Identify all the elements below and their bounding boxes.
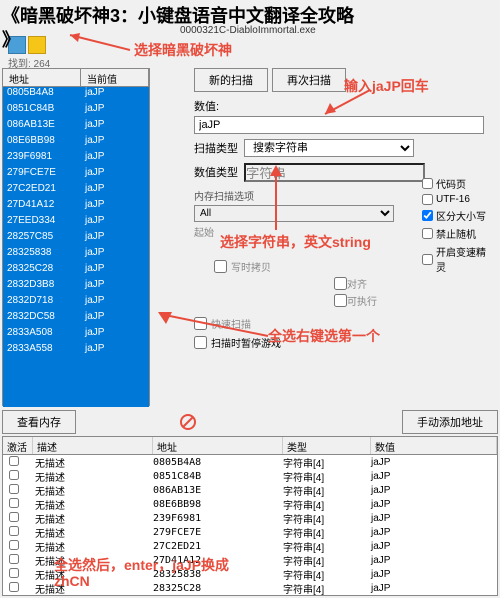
scan-type-label: 扫描类型 — [194, 140, 244, 156]
header-address[interactable]: 地址 — [3, 69, 81, 86]
address-list-panel: 地址 当前值 0805B4A8jaJP0851C84BjaJP086AB13Ej… — [2, 68, 150, 406]
result-header: 激活 描述 地址 类型 数值 — [3, 437, 497, 455]
speed-checkbox[interactable] — [422, 254, 433, 265]
address-row[interactable]: 2833A558jaJP — [3, 343, 149, 359]
codepage-checkbox[interactable] — [422, 178, 433, 189]
checkbox-group: 代码页 UTF-16 区分大小写 禁止随机 开启变速精灵 — [422, 176, 492, 277]
address-row[interactable]: 086AB13EjaJP — [3, 119, 149, 135]
col-type[interactable]: 类型 — [283, 437, 371, 454]
result-row[interactable]: 无描述086AB13E字符串[4]jaJP — [3, 483, 497, 497]
forbidden-icon — [179, 410, 197, 434]
result-row[interactable]: 无描述28325C28字符串[4]jaJP — [3, 581, 497, 595]
case-checkbox[interactable] — [422, 210, 433, 221]
add-address-button[interactable]: 手动添加地址 — [402, 410, 498, 434]
utf16-checkbox[interactable] — [422, 194, 433, 205]
exec-label: 可执行 — [347, 293, 377, 308]
address-row[interactable]: 27EED334jaJP — [3, 215, 149, 231]
address-row[interactable]: 28325C28jaJP — [3, 263, 149, 279]
result-row[interactable]: 无描述279FCE7E字符串[4]jaJP — [3, 525, 497, 539]
value-input[interactable] — [194, 116, 484, 134]
col-val[interactable]: 数值 — [371, 437, 497, 454]
result-row[interactable]: 无描述28325838字符串[4]jaJP — [3, 567, 497, 581]
result-active-checkbox[interactable] — [9, 512, 19, 522]
address-row[interactable]: 27C2ED21jaJP — [3, 183, 149, 199]
address-row[interactable]: 27D41A12jaJP — [3, 199, 149, 215]
codepage-label: 代码页 — [436, 176, 466, 191]
col-addr[interactable]: 地址 — [153, 437, 283, 454]
address-row[interactable]: 28257C85jaJP — [3, 231, 149, 247]
header-value[interactable]: 当前值 — [81, 69, 149, 86]
result-row[interactable]: 无描述0805B4A8字符串[4]jaJP — [3, 455, 497, 469]
address-row[interactable]: 2833A508jaJP — [3, 327, 149, 343]
result-active-checkbox[interactable] — [9, 470, 19, 480]
case-label: 区分大小写 — [436, 208, 486, 223]
save-icon[interactable] — [28, 36, 46, 54]
overlay-title-1: 《暗黑破坏神3：小键盘语音中文翻译全攻略 — [2, 2, 354, 28]
new-scan-button[interactable]: 新的扫描 — [194, 68, 268, 92]
exec-checkbox[interactable] — [334, 294, 347, 307]
col-active[interactable]: 激活 — [3, 437, 33, 454]
align-label: 对齐 — [347, 276, 367, 291]
result-active-checkbox[interactable] — [9, 554, 19, 564]
random-label: 禁止随机 — [436, 226, 476, 241]
copy-write-checkbox[interactable] — [214, 260, 227, 273]
result-row[interactable]: 无描述08E6BB98字符串[4]jaJP — [3, 497, 497, 511]
copy-write-label: 写时拷贝 — [231, 259, 271, 274]
annotation-select-game: 选择暗黑破坏神 — [134, 40, 232, 60]
address-row[interactable]: 28325838jaJP — [3, 247, 149, 263]
result-row[interactable]: 无描述0851C84B字符串[4]jaJP — [3, 469, 497, 483]
address-row[interactable]: 2832DC58jaJP — [3, 311, 149, 327]
address-list[interactable]: 0805B4A8jaJP0851C84BjaJP086AB13EjaJP08E6… — [3, 87, 149, 407]
result-active-checkbox[interactable] — [9, 568, 19, 578]
result-row[interactable]: 无描述27C2ED21字符串[4]jaJP — [3, 539, 497, 553]
address-row[interactable]: 2832D718jaJP — [3, 295, 149, 311]
result-active-checkbox[interactable] — [9, 540, 19, 550]
result-row[interactable]: 无描述27D41A12字符串[4]jaJP — [3, 553, 497, 567]
result-row[interactable]: 无描述239F6981字符串[4]jaJP — [3, 511, 497, 525]
random-checkbox[interactable] — [422, 228, 433, 239]
result-active-checkbox[interactable] — [9, 484, 19, 494]
result-active-checkbox[interactable] — [9, 456, 19, 466]
result-active-checkbox[interactable] — [9, 582, 19, 592]
result-list[interactable]: 无描述0805B4A8字符串[4]jaJP无描述0851C84B字符串[4]ja… — [3, 455, 497, 595]
address-row[interactable]: 08E6BB98jaJP — [3, 135, 149, 151]
address-row[interactable]: 239F6981jaJP — [3, 151, 149, 167]
utf16-label: UTF-16 — [436, 194, 470, 205]
bottom-toolbar: 查看内存 手动添加地址 — [2, 410, 498, 434]
address-row[interactable]: 279FCE7EjaJP — [3, 167, 149, 183]
view-memory-button[interactable]: 查看内存 — [2, 410, 76, 434]
col-desc[interactable]: 描述 — [33, 437, 153, 454]
scan-type-select[interactable]: 搜索字符串 — [244, 139, 414, 157]
value-type-label: 数值类型 — [194, 164, 244, 180]
speed-label: 开启变速精灵 — [436, 244, 492, 274]
overlay-title-2: 》 — [2, 26, 20, 52]
address-row[interactable]: 2832D3B8jaJP — [3, 279, 149, 295]
result-panel: 激活 描述 地址 类型 数值 无描述0805B4A8字符串[4]jaJP无描述0… — [2, 436, 498, 596]
result-active-checkbox[interactable] — [9, 526, 19, 536]
address-row[interactable]: 0805B4A8jaJP — [3, 87, 149, 103]
align-checkbox[interactable] — [334, 277, 347, 290]
address-row[interactable]: 0851C84BjaJP — [3, 103, 149, 119]
result-active-checkbox[interactable] — [9, 498, 19, 508]
address-list-header: 地址 当前值 — [3, 69, 149, 87]
